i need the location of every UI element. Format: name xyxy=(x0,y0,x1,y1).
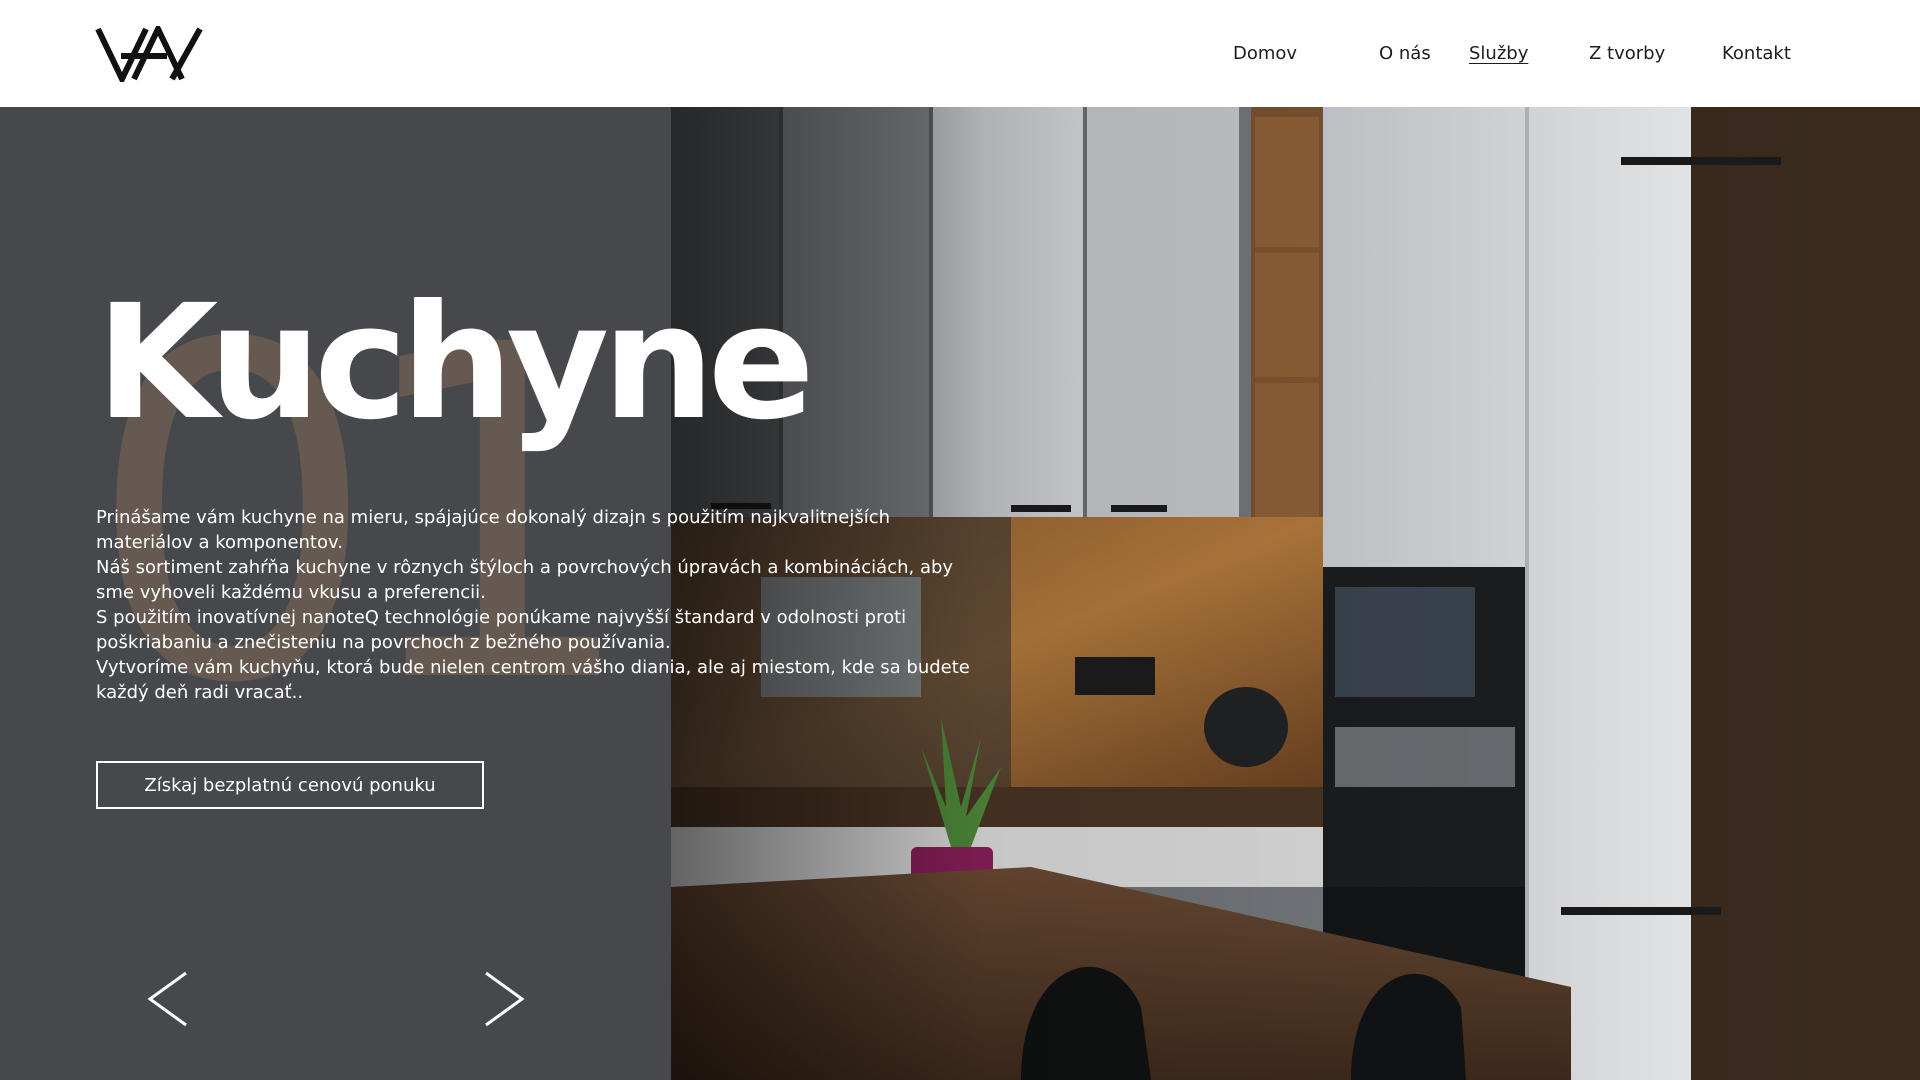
slider-prev-button[interactable] xyxy=(146,970,190,1028)
site-header: Domov O nás Služby Z tvorby Kontakt xyxy=(0,0,1920,107)
chevron-left-icon xyxy=(147,971,187,1027)
nav-item-z-tvorby[interactable]: Z tvorby xyxy=(1589,43,1665,64)
hero-slider: 01 Kuchyne Prinášame vám kuchyne na mier… xyxy=(0,107,1920,1080)
chevron-right-icon xyxy=(485,971,525,1027)
description-paragraph: Prinášame vám kuchyne na mieru, spájajúc… xyxy=(96,507,891,553)
get-quote-button[interactable]: Získaj bezplatnú cenovú ponuku xyxy=(96,761,484,809)
page-title: Kuchyne xyxy=(96,271,815,455)
brand-logo[interactable] xyxy=(95,26,205,82)
description-paragraph: S použitím inovatívnej nanoteQ technológ… xyxy=(96,607,907,653)
description-paragraph: Vytvoríme vám kuchyňu, ktorá bude nielen… xyxy=(96,657,970,703)
slider-next-button[interactable] xyxy=(482,970,526,1028)
nav-item-o-nas[interactable]: O nás xyxy=(1379,43,1431,64)
description-paragraph: Náš sortiment zahŕňa kuchyne v rôznych š… xyxy=(96,557,954,603)
vav-monogram-logo-icon xyxy=(95,26,203,82)
nav-item-domov[interactable]: Domov xyxy=(1233,43,1297,64)
hero-description: Prinášame vám kuchyne na mieru, spájajúc… xyxy=(96,505,976,705)
nav-item-kontakt[interactable]: Kontakt xyxy=(1722,43,1791,64)
nav-item-sluzby[interactable]: Služby xyxy=(1469,43,1528,64)
